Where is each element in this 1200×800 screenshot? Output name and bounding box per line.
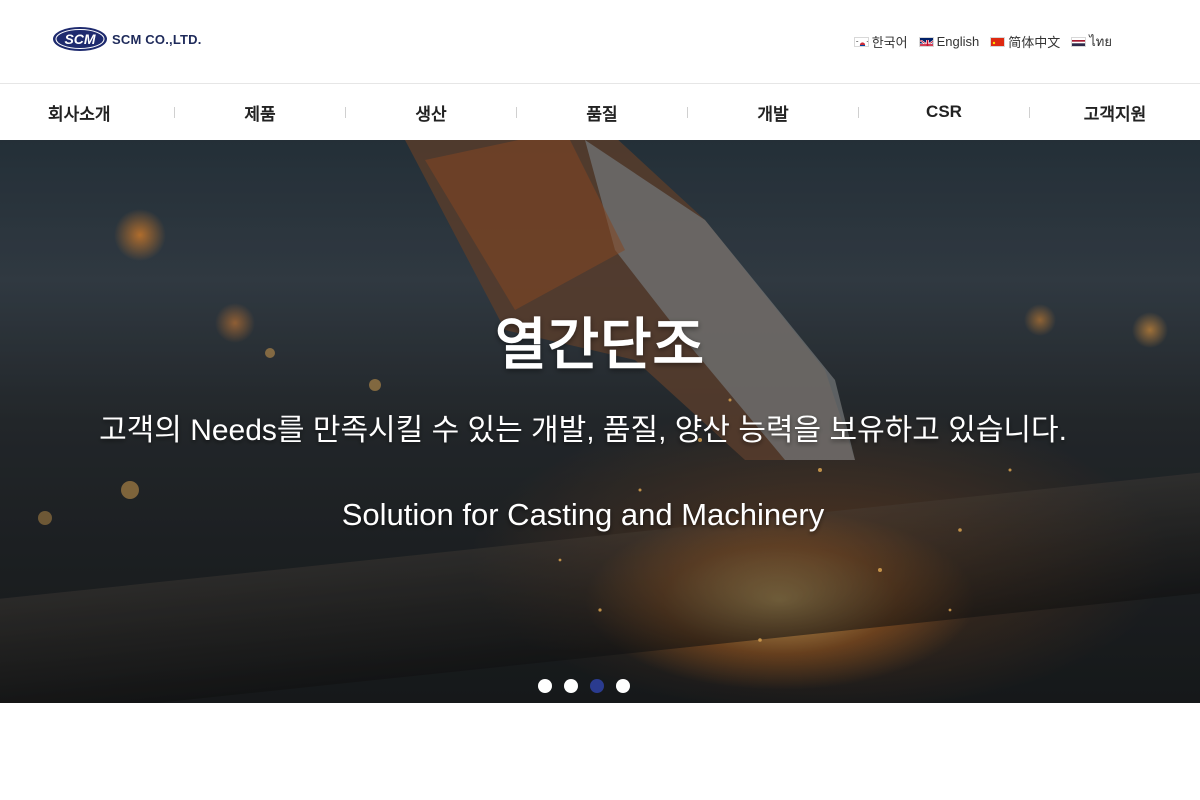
nav-item-production[interactable]: 생산 (346, 84, 516, 140)
hero-title: 열간단조 (494, 313, 706, 376)
slider-dot-3-active[interactable] (590, 679, 604, 693)
lang-thai[interactable]: ไทย (1071, 31, 1112, 52)
slider-dot-4[interactable] (616, 679, 630, 693)
nav-item-company[interactable]: 회사소개 (0, 84, 174, 140)
uk-flag-icon (918, 36, 934, 47)
lang-english-label: English (936, 34, 980, 49)
slider-dot-2[interactable] (564, 679, 578, 693)
site-header: SCM SCM CO.,LTD. 한국어 English 简体中文 ไทย (0, 0, 1200, 84)
company-logo[interactable]: SCM SCM CO.,LTD. (52, 26, 202, 52)
nav-item-quality[interactable]: 품질 (517, 84, 687, 140)
main-navigation: 회사소개 제품 생산 품질 개발 CSR 고객지원 (0, 84, 1200, 140)
nav-item-products[interactable]: 제품 (175, 84, 345, 140)
lang-english[interactable]: English (918, 34, 980, 49)
th-flag-icon (1071, 36, 1087, 47)
logo-mark-text: SCM (64, 31, 95, 47)
language-selector: 한국어 English 简体中文 ไทย (853, 31, 1112, 52)
hero-subtitle: 고객의 Needs를 만족시킬 수 있는 개발, 품질, 양산 능력을 보유하고… (99, 414, 1067, 447)
slider-dot-1[interactable] (538, 679, 552, 693)
company-name: SCM CO.,LTD. (112, 31, 202, 47)
lang-chinese-label: 简体中文 (1008, 35, 1061, 50)
nav-item-development[interactable]: 개발 (688, 84, 858, 140)
slider-pagination (538, 679, 630, 693)
hero-tagline: Solution for Casting and Machinery (341, 497, 825, 532)
lang-korean-label: 한국어 (871, 35, 908, 50)
nav-item-support[interactable]: 고객지원 (1030, 84, 1200, 140)
lang-thai-label: ไทย (1089, 34, 1112, 49)
lang-korean[interactable]: 한국어 (853, 32, 908, 51)
page-blank-area (0, 703, 1200, 800)
hero-slider: 열간단조 고객의 Needs를 만족시킬 수 있는 개발, 품질, 양산 능력을… (0, 140, 1200, 703)
scm-logo-icon: SCM (53, 27, 107, 51)
cn-flag-icon (990, 36, 1006, 47)
nav-item-csr[interactable]: CSR (859, 84, 1029, 140)
kr-flag-icon (853, 36, 869, 47)
lang-chinese[interactable]: 简体中文 (990, 32, 1060, 51)
